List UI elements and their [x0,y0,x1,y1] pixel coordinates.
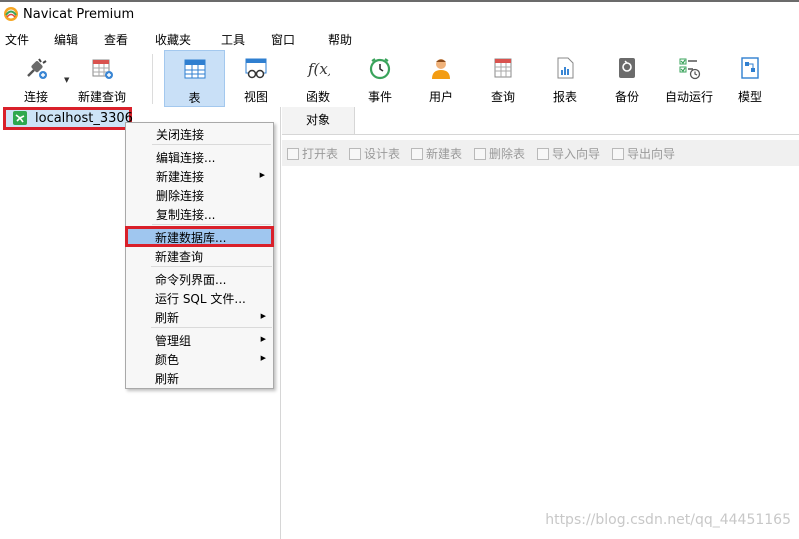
function-icon: f(x) [307,60,330,78]
tab-bar [282,107,799,135]
menu-copy-connection[interactable]: 复制连接... [156,206,215,223]
import-wizard-label: 导入向导 [552,147,601,161]
toolbar-user-button[interactable]: 用户 [412,50,470,107]
tab-objects[interactable]: 对象 [282,107,355,134]
menu-delete-connection[interactable]: 删除连接 [156,187,204,204]
title-bar: Navicat Premium [0,2,799,28]
design-table-icon [349,148,361,160]
chevron-down-icon[interactable]: ▼ [64,76,69,84]
toolbar-separator [152,54,153,104]
model-icon [741,57,759,79]
toolbar-connect-button[interactable]: 连接 [8,50,64,107]
window-title: Navicat Premium [23,7,135,22]
toolbar-new-query-label: 新建查询 [77,90,126,104]
menu-help[interactable]: 帮助 [328,31,352,48]
toolbar-function-label: 函数 [305,90,330,104]
new-table-label: 新建表 [426,147,463,161]
svg-text:f(x): f(x) [307,60,330,78]
design-table-label: 设计表 [364,147,401,161]
toolbar-connect-label: 连接 [23,90,48,104]
toolbar-backup-label: 备份 [614,90,639,104]
connection-icon [13,111,27,125]
open-table-icon [287,148,299,160]
view-icon [245,58,267,79]
main-toolbar: 连接 ▼ 新建查询 表 视图 f(x) 函数 [0,50,799,107]
toolbar-backup-button[interactable]: 备份 [598,50,656,107]
menu-window[interactable]: 窗口 [271,31,295,48]
menu-separator [152,144,271,145]
delete-table-button[interactable]: 删除表 [474,145,525,162]
menu-separator [152,224,271,225]
export-wizard-button[interactable]: 导出向导 [612,145,675,162]
navicat-logo-icon [4,7,18,21]
object-list-area [282,166,799,539]
event-clock-icon [369,58,391,80]
toolbar-automation-label: 自动运行 [664,90,713,104]
import-wizard-icon [537,148,549,160]
open-table-label: 打开表 [302,147,339,161]
toolbar-model-label: 模型 [737,90,762,104]
automation-icon [679,58,701,80]
context-menu: 关闭连接 编辑连接... 新建连接 ▶ 删除连接 复制连接... [125,122,274,389]
backup-icon [619,58,635,78]
report-icon [557,57,574,79]
delete-table-icon [474,148,486,160]
new-table-button[interactable]: 新建表 [411,145,462,162]
menu-file[interactable]: 文件 [5,31,29,48]
user-icon [432,59,450,79]
connection-plug-icon [27,58,47,79]
toolbar-report-button[interactable]: 报表 [536,50,594,107]
design-table-button[interactable]: 设计表 [349,145,400,162]
toolbar-table-label: 表 [188,91,201,105]
toolbar-new-query-button[interactable]: 新建查询 [72,50,132,107]
toolbar-view-button[interactable]: 视图 [227,50,285,107]
export-wizard-label: 导出向导 [627,147,676,161]
submenu-arrow-icon: ▶ [259,171,265,179]
toolbar-query-label: 查询 [490,90,515,104]
menu-close-connection[interactable]: 关闭连接 [156,126,204,143]
menu-bar: 文件 编辑 查看 收藏夹 工具 窗口 帮助 [0,28,799,50]
toolbar-view-label: 视图 [243,90,268,104]
new-query-icon [92,59,113,79]
toolbar-table-button[interactable]: 表 [164,50,225,107]
menu-tools[interactable]: 工具 [221,31,245,48]
import-wizard-button[interactable]: 导入向导 [537,145,600,162]
export-wizard-icon [612,148,624,160]
query-icon [494,58,512,78]
open-table-button[interactable]: 打开表 [287,145,338,162]
toolbar-report-label: 报表 [552,90,577,104]
toolbar-function-button[interactable]: f(x) 函数 [289,50,347,107]
toolbar-query-button[interactable]: 查询 [474,50,532,107]
table-icon [184,59,205,79]
watermark: https://blog.csdn.net/qq_44451165 [545,512,791,528]
toolbar-event-button[interactable]: 事件 [351,50,409,107]
menu-favorites[interactable]: 收藏夹 [155,31,191,48]
menu-edit[interactable]: 编辑 [54,31,78,48]
menu-new-database-highlight[interactable] [125,226,274,247]
object-toolbar: 打开表 设计表 新建表 删除表 导入向导 导出向导 [282,140,799,166]
menu-new-connection[interactable]: 新建连接 [156,168,204,185]
new-table-icon [411,148,423,160]
connection-label: localhost_3306 [35,111,133,126]
toolbar-model-button[interactable]: 模型 [722,50,778,107]
toolbar-event-label: 事件 [367,90,392,104]
toolbar-user-label: 用户 [428,90,453,104]
menu-edit-connection[interactable]: 编辑连接... [156,149,215,166]
toolbar-automation-button[interactable]: 自动运行 [659,50,719,107]
delete-table-label: 删除表 [489,147,526,161]
menu-view[interactable]: 查看 [104,31,128,48]
